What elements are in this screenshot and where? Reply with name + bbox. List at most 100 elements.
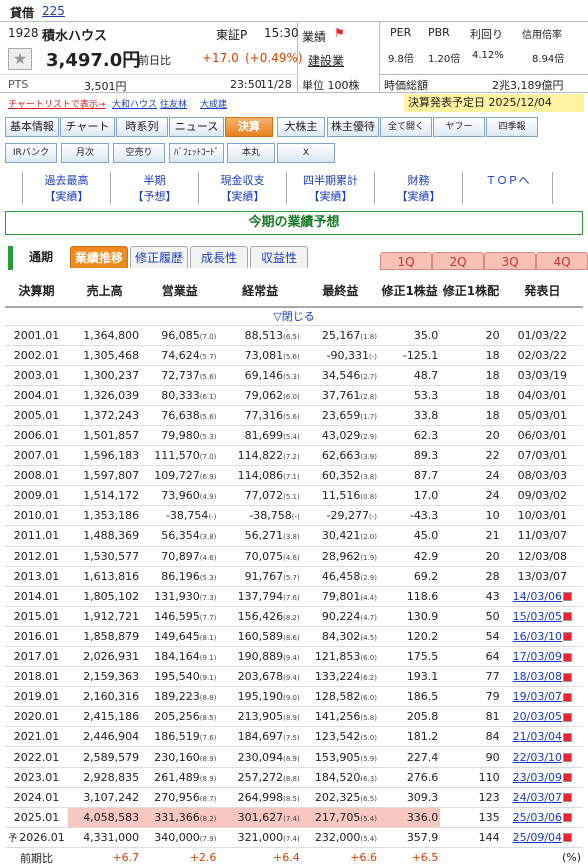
quarter-tabs: 1Q 2Q 3Q 4Q <box>380 252 588 270</box>
tab-honmaru[interactable]: 本丸 <box>227 143 275 163</box>
related-link[interactable]: 大成建 <box>200 97 227 110</box>
dps-cell: 123 <box>440 787 502 808</box>
date-cell[interactable]: 25/09/04 <box>501 827 583 848</box>
related-link[interactable]: 大和ハウス <box>112 97 157 110</box>
period-cell: 2002.01 <box>5 345 68 366</box>
value-cell: 76,638(5.6) <box>141 405 219 426</box>
collapse-toggle[interactable]: ▽閉じる <box>5 307 583 326</box>
tab-open-all[interactable]: 全て開く <box>380 117 432 137</box>
pdf-icon[interactable] <box>563 773 573 783</box>
value-cell: -29,277(-) <box>301 505 379 527</box>
header-revenue: 売上高 <box>68 274 142 308</box>
related-link[interactable]: 住友林 <box>160 97 187 110</box>
chart-list-link[interactable]: チャートリストで表示→ <box>8 97 105 110</box>
value-cell: 205,256(8.5) <box>141 706 219 728</box>
tab-short[interactable]: 空売り <box>113 143 165 163</box>
date-cell[interactable]: 14/03/06 <box>501 586 583 607</box>
link-finance[interactable]: 財務 【実績】 <box>375 172 463 204</box>
tab-4q[interactable]: 4Q <box>536 252 588 270</box>
revenue-cell: 1,364,800 <box>68 325 142 346</box>
period-cell: 2010.01 <box>5 505 68 527</box>
value-cell: 70,897(4.6) <box>141 546 219 567</box>
date-cell[interactable]: 20/03/05 <box>501 706 583 728</box>
pdf-icon[interactable] <box>563 712 573 722</box>
date-cell[interactable]: 15/03/05 <box>501 606 583 627</box>
link-cash[interactable]: 現金収支 【実績】 <box>199 172 287 204</box>
change: +17.0 <box>202 51 239 65</box>
tab-1q[interactable]: 1Q <box>380 252 432 270</box>
tab-2q[interactable]: 2Q <box>432 252 484 270</box>
date-cell[interactable]: 17/03/09 <box>501 646 583 668</box>
change-pct: (+0.49%) <box>245 51 303 65</box>
tab-benefits[interactable]: 株主優待 <box>327 117 379 137</box>
index-link[interactable]: 225 <box>42 4 65 18</box>
pdf-icon[interactable] <box>563 813 573 823</box>
pdf-icon[interactable] <box>563 692 573 702</box>
date-cell[interactable]: 16/03/10 <box>501 626 583 648</box>
eps-cell: 118.6 <box>378 586 441 607</box>
tab-chart[interactable]: チャート <box>60 117 115 137</box>
pdf-icon[interactable] <box>563 612 573 622</box>
tab-annual[interactable]: 通期 <box>20 246 62 268</box>
revenue-cell: 2,928,835 <box>68 767 142 788</box>
tab-news[interactable]: ニュース <box>169 117 224 137</box>
margin-value: 8.94倍 <box>532 54 565 65</box>
tab-shikiho[interactable]: 四季報 <box>486 117 538 137</box>
link-quarter[interactable]: 四半期累計 【実績】 <box>287 172 375 204</box>
date-cell: 05/03/01 <box>501 405 583 426</box>
tab-buffett[interactable]: ﾊﾞﾌｪｯﾄｺｰﾄﾞ <box>169 143 224 163</box>
date-cell[interactable]: 24/03/07 <box>501 787 583 808</box>
tab-earnings[interactable]: 決算 <box>225 117 273 137</box>
revenue-cell: 1,514,172 <box>68 485 142 507</box>
tab-profitability[interactable]: 収益性 <box>250 246 308 268</box>
link-record[interactable]: 過去最高 【実績】 <box>23 172 111 204</box>
date-cell: 13/03/07 <box>501 566 583 587</box>
date-cell[interactable]: 19/03/07 <box>501 686 583 708</box>
dps-cell: 144 <box>440 827 502 848</box>
tab-irbank[interactable]: IRバンク <box>5 143 57 163</box>
pdf-icon[interactable] <box>563 672 573 682</box>
date-cell[interactable]: 25/03/06 <box>501 807 583 828</box>
period-cell: 2019.01 <box>5 686 68 708</box>
value-cell: 149,645(8.1) <box>141 626 219 648</box>
tab-x[interactable]: X <box>277 143 335 163</box>
tab-basic[interactable]: 基本情報 <box>5 117 59 137</box>
period-cell: 2017.01 <box>5 646 68 668</box>
value-cell: 340,000(7.9) <box>141 827 219 848</box>
change-label: 前日比 <box>138 54 171 67</box>
tab-timeseries[interactable]: 時系列 <box>116 117 168 137</box>
tab-growth[interactable]: 成長性 <box>190 246 248 268</box>
value-cell: 91,767(5.7) <box>218 566 302 587</box>
tab-shareholders[interactable]: 大株主 <box>277 117 325 137</box>
value-cell: 73,081(5.6) <box>218 345 302 366</box>
link-top[interactable]: ＴＯＰへ <box>463 172 553 204</box>
pdf-icon[interactable] <box>563 793 573 803</box>
tab-trend[interactable]: 業績推移 <box>70 246 128 268</box>
industry-link[interactable]: 建設業 <box>308 52 344 69</box>
link-half[interactable]: 半期 【予想】 <box>111 172 199 204</box>
value-cell: 270,956(8.7) <box>141 787 219 808</box>
revenue-cell: 1,530,577 <box>68 546 142 567</box>
pdf-icon[interactable] <box>563 632 573 642</box>
dps-cell: 18 <box>440 345 502 366</box>
date-cell[interactable]: 21/03/04 <box>501 726 583 748</box>
pdf-icon[interactable] <box>563 592 573 602</box>
pdf-icon[interactable] <box>563 833 573 843</box>
footer-val: +6.4 <box>273 851 300 865</box>
eps-cell: 53.3 <box>378 385 441 406</box>
date-cell[interactable]: 23/03/09 <box>501 767 583 788</box>
date-cell[interactable]: 18/03/08 <box>501 666 583 688</box>
tab-3q[interactable]: 3Q <box>484 252 536 270</box>
date-cell[interactable]: 22/03/10 <box>501 746 583 768</box>
tab-monthly[interactable]: 月次 <box>61 143 109 163</box>
tab-revisions[interactable]: 修正履歴 <box>130 246 188 268</box>
value-cell: 123,542(5.0) <box>301 726 379 748</box>
pts-date: 11/28 <box>260 78 292 91</box>
pdf-icon[interactable] <box>563 753 573 763</box>
pdf-icon[interactable] <box>563 732 573 742</box>
value-cell: 37,761(2.8) <box>301 385 379 406</box>
tab-yahoo[interactable]: ヤフー <box>433 117 485 137</box>
value-cell: 77,316(5.6) <box>218 405 302 426</box>
pdf-icon[interactable] <box>563 652 573 662</box>
star-icon[interactable]: ★ <box>8 48 32 70</box>
